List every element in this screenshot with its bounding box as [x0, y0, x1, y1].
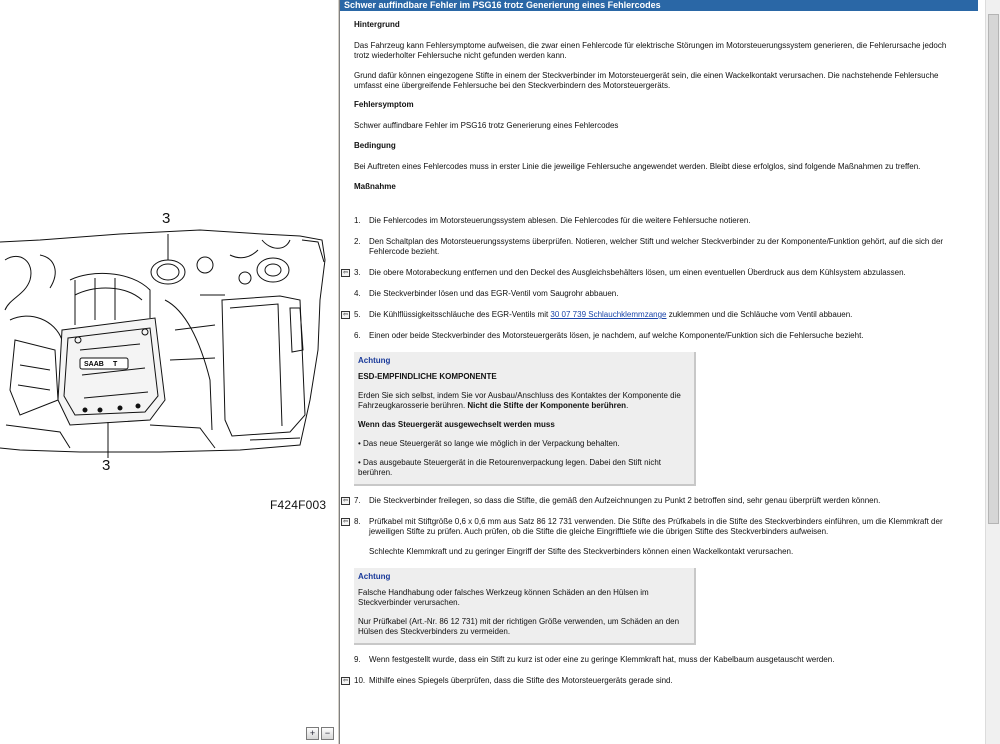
section-title-symptom: Fehlersymptom [354, 100, 414, 109]
figure-link-icon[interactable]: ⇦ [341, 677, 350, 685]
warning-text-1: Falsche Handhabung oder falsches Werkzeu… [358, 588, 649, 607]
step-number: 8. [354, 517, 361, 526]
step-number: 10. [354, 676, 366, 685]
step-number: 3. [354, 268, 361, 277]
step-text: Die obere Motorabeckung entfernen und de… [369, 268, 906, 277]
zoom-in-button[interactable]: + [306, 727, 319, 740]
step-2: 2. Den Schaltplan des Motorsteuerungssys… [354, 237, 964, 257]
badge-suffix: T [113, 361, 118, 368]
background-paragraph-2: Grund dafür können eingezogene Stifte in… [354, 71, 939, 90]
step-text-after: zuklemmen und die Schläuche vom Ventil a… [666, 310, 853, 319]
callout-label-bottom: 3 [102, 457, 111, 474]
step-text: Mithilfe eines Spiegels überprüfen, dass… [369, 676, 673, 685]
step-number: 2. [354, 237, 361, 246]
figure-code: F424F003 [270, 498, 327, 512]
document-body: Hintergrund Das Fahrzeug kann Fehlersymp… [340, 11, 985, 686]
zoom-controls: + − [306, 727, 336, 741]
vertical-scrollbar[interactable] [985, 0, 1000, 744]
symptom-text: Schwer auffindbare Fehler im PSG16 trotz… [354, 121, 619, 130]
warning-text: Erden Sie sich selbst, indem Sie vor Aus… [358, 391, 688, 411]
step-number: 4. [354, 289, 361, 298]
step-1: 1. Die Fehlercodes im Motorsteuerungssys… [354, 216, 964, 226]
step-9: 9. Wenn festgestellt wurde, dass ein Sti… [354, 655, 964, 665]
warning-title: Achtung [358, 572, 391, 581]
warning-text-end: . [626, 401, 629, 410]
warning-subtitle-2: Wenn das Steuergerät ausgewechselt werde… [358, 420, 555, 429]
warning-title: Achtung [358, 356, 391, 365]
condition-text: Bei Auftreten eines Fehlercodes muss in … [354, 162, 921, 171]
steps-list: 1. Die Fehlercodes im Motorsteuerungssys… [341, 216, 985, 686]
step-number: 5. [354, 310, 361, 319]
section-title-measure: Maßnahme [354, 182, 396, 191]
zoom-in-icon: + [309, 728, 316, 738]
warning-bullet-1: • Das neue Steuergerät so lange wie mögl… [358, 439, 620, 448]
warning-box-tool: Achtung Falsche Handhabung oder falsches… [354, 568, 696, 645]
step-text: Einen oder beide Steckverbinder des Moto… [369, 331, 864, 340]
figure-pane: 3 SAAB T 3 F424F003 + − [0, 0, 337, 744]
figure-link-icon[interactable]: ⇦ [341, 311, 350, 319]
step-text-before: Die Kühlflüssigkeitsschläuche des EGR-Ve… [369, 310, 551, 319]
warning-box-esd: Achtung ESD-EMPFINDLICHE KOMPONENTE Erde… [354, 352, 696, 486]
step-6: 6. Einen oder beide Steckverbinder des M… [354, 331, 964, 341]
step-number: 9. [354, 655, 361, 664]
engine-illustration: SAAB T [0, 229, 326, 458]
step-text: Wenn festgestellt wurde, dass ein Stift … [369, 655, 835, 664]
step-number: 6. [354, 331, 361, 340]
background-paragraph-1: Das Fahrzeug kann Fehlersymptome aufweis… [354, 41, 947, 60]
step-text: Prüfkabel mit Stiftgröße 0,6 x 0,6 mm au… [369, 517, 943, 536]
step-number: 7. [354, 496, 361, 505]
scrollbar-thumb[interactable] [988, 14, 999, 524]
document-pane: Schwer auffindbare Fehler im PSG16 trotz… [340, 0, 985, 744]
warning-subtitle: ESD-EMPFINDLICHE KOMPONENTE [358, 372, 497, 381]
document-title: Schwer auffindbare Fehler im PSG16 trotz… [340, 0, 978, 11]
step-8: ⇦ 8. Prüfkabel mit Stiftgröße 0,6 x 0,6 … [341, 517, 964, 557]
step-number: 1. [354, 216, 361, 225]
warning-text-2: Nur Prüfkabel (Art.-Nr. 86 12 731) mit d… [358, 617, 680, 636]
tool-link[interactable]: 30 07 739 Schlauchklemmzange [550, 310, 666, 319]
figure-link-icon[interactable]: ⇦ [341, 269, 350, 277]
step-4: 4. Die Steckverbinder lösen und das EGR-… [354, 289, 964, 299]
figure-link-icon[interactable]: ⇦ [341, 518, 350, 526]
section-title-background: Hintergrund [354, 20, 400, 29]
step-3: ⇦ 3. Die obere Motorabeckung entfernen u… [341, 268, 964, 278]
step-7: ⇦ 7. Die Steckverbinder freilegen, so da… [341, 496, 964, 506]
warning-bullet-2: • Das ausgebaute Steuergerät in die Reto… [358, 458, 661, 477]
step-extra: Schlechte Klemmkraft und zu geringer Ein… [369, 547, 794, 556]
warning-text-bold: Nicht die Stifte der Komponente berühren [467, 401, 627, 410]
zoom-out-icon: − [324, 728, 331, 738]
zoom-out-button[interactable]: − [321, 727, 334, 740]
step-text: Die Steckverbinder lösen und das EGR-Ven… [369, 289, 619, 298]
step-text: Den Schaltplan des Motorsteuerungssystem… [369, 237, 944, 256]
step-text: Die Steckverbinder freilegen, so dass di… [369, 496, 881, 505]
step-text: Die Fehlercodes im Motorsteuerungssystem… [369, 216, 751, 225]
section-title-condition: Bedingung [354, 141, 396, 150]
figure-link-icon[interactable]: ⇦ [341, 497, 350, 505]
step-5: ⇦ 5. Die Kühlflüssigkeitsschläuche des E… [341, 310, 964, 320]
badge-text: SAAB [84, 361, 104, 368]
step-10: ⇦ 10. Mithilfe eines Spiegels überprüfen… [341, 676, 964, 686]
